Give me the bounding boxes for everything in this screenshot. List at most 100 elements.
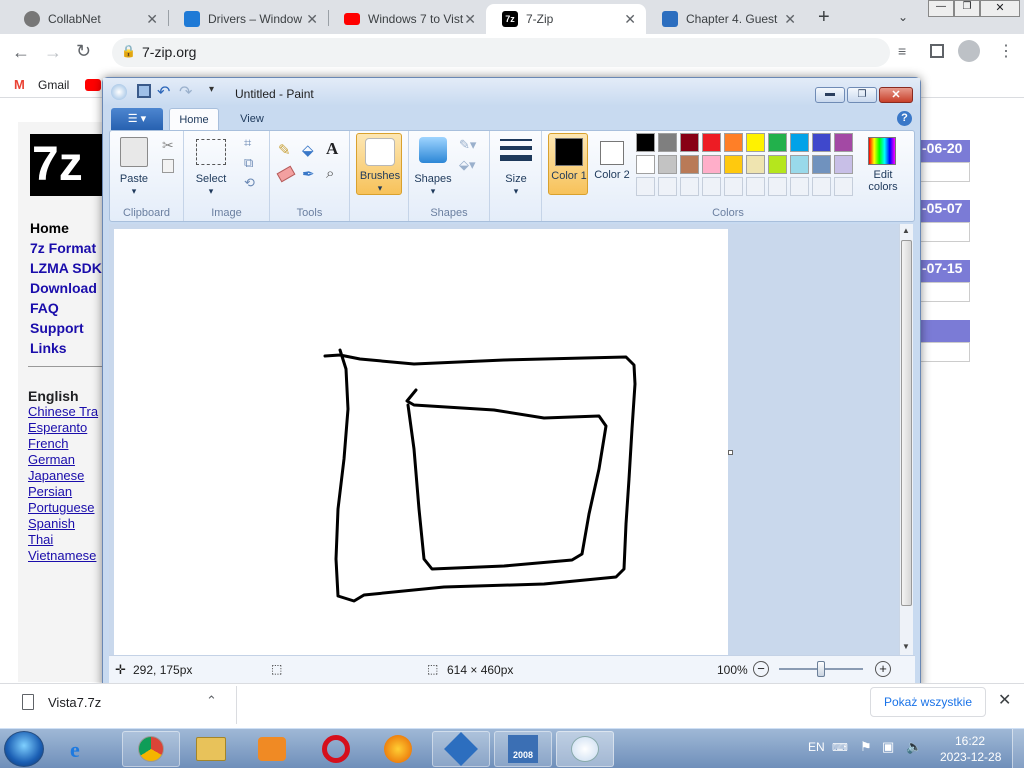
paste-dropdown-icon[interactable]: ▾ [114,186,154,197]
custom-color-slot[interactable] [680,177,699,196]
clock-date[interactable]: 2023-12-28 [940,750,1001,764]
palette-swatch[interactable] [702,133,721,152]
tab-windows7[interactable]: Windows 7 to Vist ✕ [328,4,486,34]
zoom-slider-thumb[interactable] [817,661,825,677]
size-icon[interactable] [500,139,532,141]
custom-color-slot[interactable] [724,177,743,196]
shapes-dropdown-icon[interactable]: ▾ [411,186,455,197]
drawing-canvas[interactable] [114,229,728,657]
media-icon[interactable]: ≡ [898,43,906,59]
explorer-icon[interactable] [196,737,226,761]
firefox-icon[interactable] [384,735,412,763]
palette-swatch[interactable] [680,155,699,174]
lang-link[interactable]: Chinese Tra [28,404,98,420]
nav-faq[interactable]: FAQ [30,298,102,318]
minimize-icon[interactable]: — [928,0,954,17]
reload-icon[interactable]: ↻ [76,41,91,62]
vertical-scrollbar[interactable]: ▲ ▼ [899,224,913,655]
palette-swatch[interactable] [702,155,721,174]
lang-link[interactable]: Spanish [28,516,98,532]
close-window-icon[interactable]: ✕ [980,0,1020,17]
bookmark-gmail[interactable]: Gmail [38,78,69,92]
palette-swatch[interactable] [724,155,743,174]
scroll-down-icon[interactable]: ▼ [902,642,910,651]
palette-swatch[interactable] [812,155,831,174]
language-indicator[interactable]: EN [808,740,825,754]
copy-icon[interactable] [162,159,174,173]
close-tab-icon[interactable]: ✕ [306,11,318,28]
taskbar-virtualbox[interactable] [432,731,490,767]
palette-swatch[interactable] [768,155,787,174]
select-button[interactable]: Select [190,173,232,185]
custom-color-slot[interactable] [702,177,721,196]
tab-drivers[interactable]: Drivers – Window ✕ [168,4,328,34]
paste-button[interactable]: Paste [114,173,154,185]
palette-swatch[interactable] [636,155,655,174]
custom-color-slot[interactable] [658,177,677,196]
network-icon[interactable]: ▣ [882,739,894,755]
start-button[interactable] [4,731,44,767]
shapes-button[interactable]: Shapes [411,173,455,185]
lang-link[interactable]: Esperanto [28,420,98,436]
scroll-thumb[interactable] [901,240,912,606]
cut-icon[interactable]: ✂ [162,137,174,154]
chevron-up-icon[interactable]: ⌃ [206,693,217,709]
palette-swatch[interactable] [658,155,677,174]
maximize-icon[interactable]: ❐ [954,0,980,17]
lang-link[interactable]: Japanese [28,468,98,484]
select-icon[interactable] [196,139,226,165]
maximize-icon[interactable]: ❐ [847,87,877,103]
resize-icon[interactable]: ⧉ [244,155,253,171]
palette-swatch[interactable] [746,133,765,152]
brushes-button[interactable]: Brushes ▾ [356,133,402,195]
tab-chapter4[interactable]: Chapter 4. Guest ✕ [646,4,806,34]
size-button[interactable]: Size [494,173,538,185]
close-tab-icon[interactable]: ✕ [784,11,796,28]
zoom-out-icon[interactable]: − [753,661,769,677]
custom-color-slot[interactable] [636,177,655,196]
media-player-icon[interactable] [258,737,286,761]
text-icon[interactable]: A [326,139,338,159]
nav-home[interactable]: Home [30,218,102,238]
lang-link[interactable]: Portuguese [28,500,98,516]
palette-swatch[interactable] [834,155,853,174]
edit-colors-button[interactable]: Edit colors [860,133,906,195]
menu-icon[interactable]: ⋮ [998,41,1014,61]
tab-view[interactable]: View [227,108,277,130]
palette-swatch[interactable] [834,133,853,152]
nav-7z-format[interactable]: 7z Format [30,238,102,258]
color-picker-icon[interactable]: ✒ [302,165,315,183]
color2-button[interactable]: Color 2 [592,133,632,195]
help-icon[interactable]: ? [897,111,912,126]
custom-color-slot[interactable] [746,177,765,196]
nav-support[interactable]: Support [30,318,102,338]
opera-icon[interactable] [322,735,350,763]
outline-icon[interactable]: ✎▾ [459,137,476,153]
close-icon[interactable]: ✕ [998,690,1011,710]
address-bar[interactable]: 🔒 7-zip.org [112,38,890,67]
paste-icon[interactable] [120,137,148,167]
back-icon[interactable]: ← [12,42,30,63]
palette-swatch[interactable] [790,133,809,152]
palette-swatch[interactable] [768,133,787,152]
forward-icon[interactable]: → [44,42,62,63]
lang-link[interactable]: German [28,452,98,468]
show-all-button[interactable]: Pokaż wszystkie [870,687,986,717]
paint-menu-button[interactable]: ☰ ▾ [111,108,163,130]
tab-7zip[interactable]: 7z 7-Zip ✕ [486,4,646,34]
side-panel-icon[interactable] [930,44,944,58]
palette-swatch[interactable] [636,133,655,152]
size-dropdown-icon[interactable]: ▾ [494,186,538,197]
nav-links[interactable]: Links [30,338,102,358]
palette-swatch[interactable] [680,133,699,152]
palette-swatch[interactable] [790,155,809,174]
custom-color-slot[interactable] [790,177,809,196]
action-center-icon[interactable]: ⚑ [860,739,872,755]
palette-swatch[interactable] [746,155,765,174]
magnifier-icon[interactable]: ⌕ [326,165,334,182]
taskbar-chrome[interactable] [122,731,180,767]
palette-swatch[interactable] [658,133,677,152]
fill-icon[interactable]: ⬙ [302,141,314,159]
palette-swatch[interactable] [724,133,743,152]
taskbar-paint[interactable] [556,731,614,767]
